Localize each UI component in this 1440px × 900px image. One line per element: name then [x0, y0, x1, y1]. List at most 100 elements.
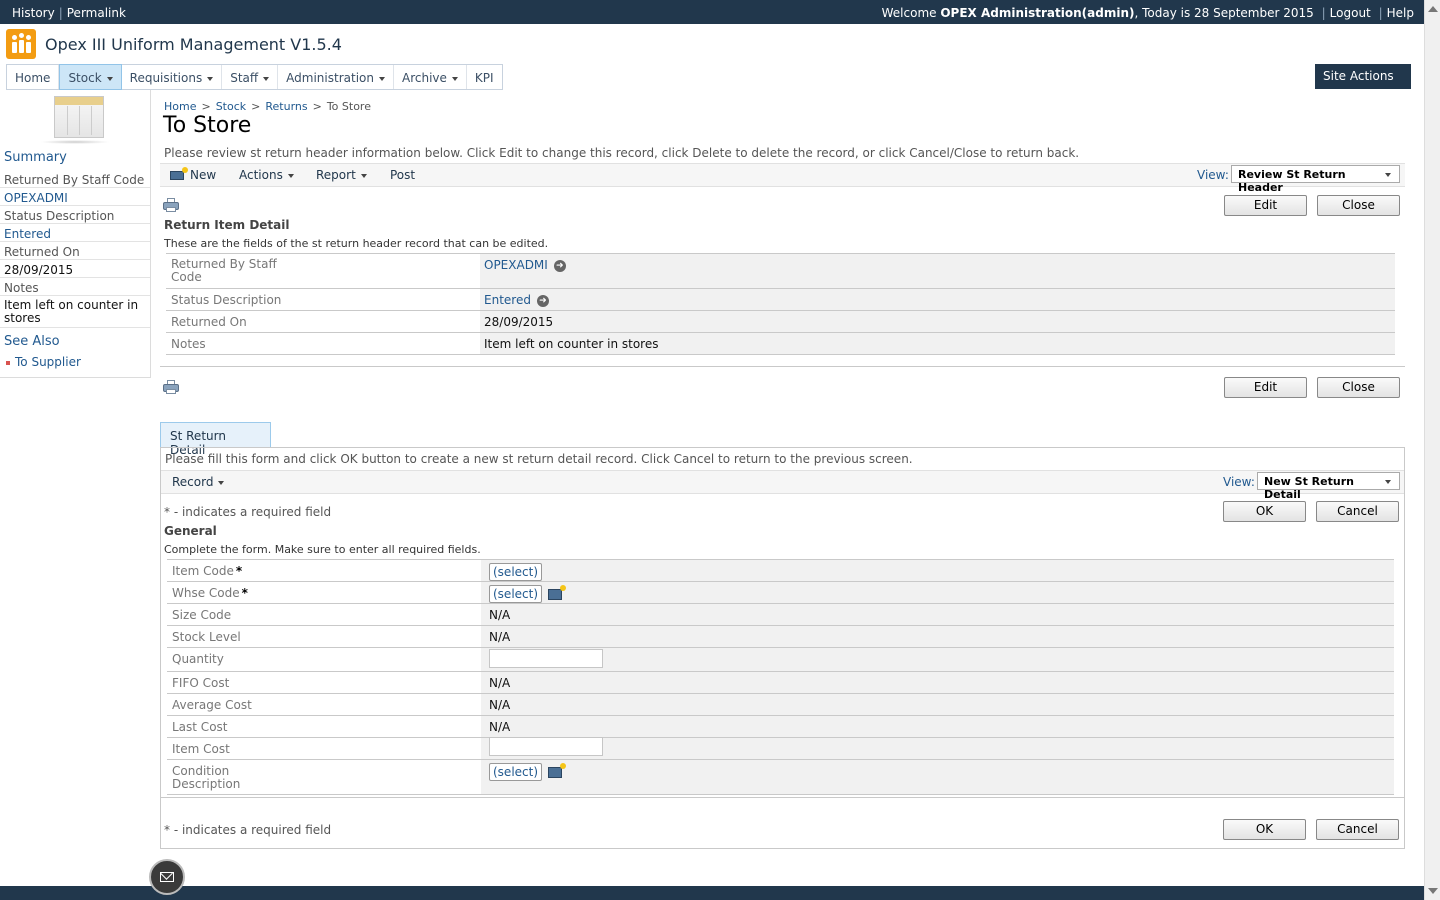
cancel-button[interactable]: Cancel: [1316, 501, 1399, 522]
scroll-down-icon[interactable]: [1428, 888, 1438, 894]
new-button[interactable]: New: [170, 167, 216, 182]
required-marker: *: [235, 564, 243, 578]
ok-button[interactable]: OK: [1223, 501, 1306, 522]
chevron-down-icon: [263, 76, 270, 81]
bullet-icon: [6, 360, 10, 365]
arrow-right-icon[interactable]: ➜: [536, 294, 549, 307]
detail-view-select[interactable]: New St Return Detail: [1257, 472, 1400, 501]
new-item-icon: [170, 167, 188, 180]
nav-archive[interactable]: Archive: [394, 65, 467, 89]
site-title[interactable]: Opex III Uniform Management V1.5.4: [45, 35, 342, 54]
help-link[interactable]: Help: [1387, 6, 1414, 20]
arrow-right-icon[interactable]: ➜: [553, 259, 566, 272]
scroll-up-icon[interactable]: [1428, 6, 1438, 12]
summary-status-label: Status Description: [4, 209, 115, 223]
footer-bar: [0, 886, 1424, 900]
tab-st-return-detail[interactable]: St Return Detail: [160, 422, 271, 457]
summary-notes-label: Notes: [4, 281, 39, 295]
chevron-down-icon: [207, 76, 214, 81]
returned-by-link[interactable]: OPEXADMI: [484, 258, 548, 272]
table-row: Status Description Entered ➜: [166, 289, 1395, 311]
required-marker: *: [241, 586, 248, 600]
fifo-cost-value: N/A: [481, 672, 1394, 693]
nav-stock[interactable]: Stock: [59, 64, 122, 90]
condition-select-button[interactable]: (select): [489, 763, 543, 781]
summary-heading: Summary: [4, 150, 67, 165]
page-title: To Store: [163, 113, 252, 138]
vertical-scrollbar[interactable]: [1424, 0, 1440, 900]
average-cost-label: Average Cost: [167, 694, 481, 715]
item-code-select-button[interactable]: (select): [489, 563, 543, 581]
table-row: Item Cost: [167, 737, 1394, 760]
close-button[interactable]: Close: [1317, 195, 1400, 216]
table-row: Last Cost N/A: [167, 716, 1394, 738]
breadcrumb-returns[interactable]: Returns: [265, 100, 307, 113]
required-note-bottom: * - indicates a required field: [164, 823, 332, 837]
summary-notes-value: Item left on counter in stores: [4, 298, 139, 325]
stock-level-value: N/A: [481, 626, 1394, 647]
welcome-prefix: Welcome: [881, 6, 941, 20]
nav-kpi[interactable]: KPI: [467, 65, 502, 89]
item-cost-input[interactable]: [489, 737, 603, 756]
table-row: Returned On 28/09/2015: [166, 311, 1395, 333]
general-title: General: [164, 524, 217, 538]
summary-returned-by-label: Returned By Staff Code: [4, 173, 145, 187]
page-description: Please review st return header informati…: [164, 146, 1080, 160]
site-actions-button[interactable]: Site Actions: [1315, 64, 1411, 93]
breadcrumb: Home > Stock > Returns > To Store: [164, 100, 371, 113]
whse-code-label: Whse Code: [172, 586, 240, 600]
whse-code-select-button[interactable]: (select): [489, 585, 543, 603]
table-row: Size Code N/A: [167, 604, 1394, 626]
returned-on-label: Returned On: [166, 311, 480, 332]
chevron-down-icon: [1328, 88, 1334, 93]
header-toolbar: New Actions Report Post View: Review St …: [160, 163, 1405, 194]
stock-level-label: Stock Level: [167, 626, 481, 647]
item-cost-label: Item Cost: [167, 738, 481, 759]
breadcrumb-current: To Store: [326, 100, 371, 113]
table-row: Item Code * (select): [167, 560, 1394, 582]
edit-button[interactable]: Edit: [1224, 377, 1307, 398]
logout-link[interactable]: Logout: [1330, 6, 1371, 20]
summary-returned-on-label: Returned On: [4, 245, 80, 259]
close-button[interactable]: Close: [1317, 377, 1400, 398]
chevron-down-icon: [1385, 480, 1391, 484]
required-note: * - indicates a required field: [164, 505, 332, 519]
see-also-heading: See Also: [4, 334, 60, 349]
post-button[interactable]: Post: [390, 168, 415, 182]
edit-button[interactable]: Edit: [1224, 195, 1307, 216]
breadcrumb-stock[interactable]: Stock: [216, 100, 246, 113]
actions-menu[interactable]: Actions: [239, 168, 294, 182]
nav-home[interactable]: Home: [7, 65, 60, 89]
summary-status-value[interactable]: Entered: [4, 227, 51, 241]
quantity-input[interactable]: [489, 649, 603, 668]
chevron-down-icon: [451, 76, 458, 81]
notes-label: Notes: [166, 333, 480, 354]
new-item-icon[interactable]: [548, 763, 567, 778]
report-menu[interactable]: Report: [316, 168, 367, 182]
return-item-detail-title: Return Item Detail: [164, 218, 290, 232]
returned-by-label: Returned By Staff Code: [166, 254, 480, 288]
new-item-icon[interactable]: [548, 585, 567, 600]
breadcrumb-home[interactable]: Home: [164, 100, 196, 113]
see-also-to-supplier[interactable]: To Supplier: [15, 355, 81, 369]
status-link[interactable]: Entered: [484, 293, 531, 307]
quantity-label: Quantity: [167, 648, 481, 671]
summary-returned-by-value[interactable]: OPEXADMI: [4, 191, 68, 205]
nav-staff[interactable]: Staff: [222, 65, 279, 89]
view-select[interactable]: Review St Return Header: [1231, 165, 1400, 194]
average-cost-value: N/A: [481, 694, 1394, 715]
permalink-link[interactable]: Permalink: [67, 6, 126, 20]
table-row: FIFO Cost N/A: [167, 672, 1394, 694]
status-label: Status Description: [166, 289, 480, 310]
logo-icon[interactable]: [6, 29, 36, 59]
record-menu[interactable]: Record: [172, 475, 225, 489]
table-row: Condition Description (select): [167, 760, 1394, 795]
nav-administration[interactable]: Administration: [278, 65, 394, 89]
ok-button[interactable]: OK: [1223, 819, 1306, 840]
printer-icon[interactable]: [163, 198, 179, 212]
history-link[interactable]: History: [12, 6, 55, 20]
printer-icon[interactable]: [163, 380, 179, 394]
nav-requisitions[interactable]: Requisitions: [122, 65, 223, 89]
mail-icon[interactable]: [149, 859, 185, 895]
cancel-button[interactable]: Cancel: [1316, 819, 1399, 840]
